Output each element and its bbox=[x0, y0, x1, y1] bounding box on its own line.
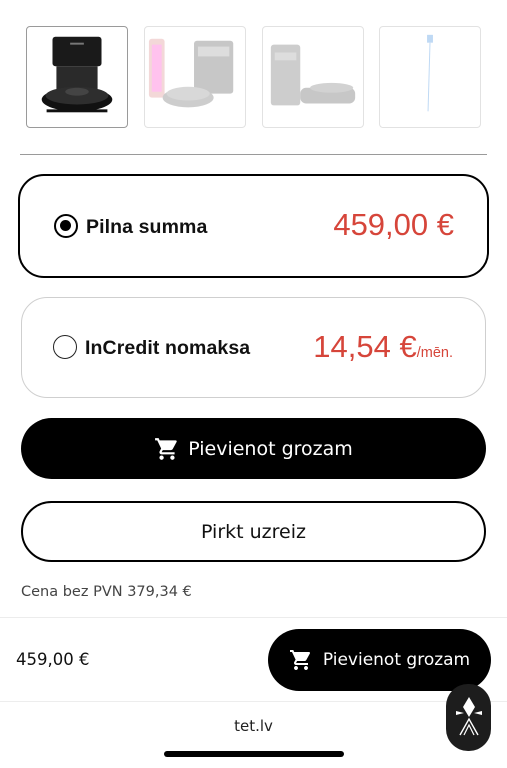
radio-unselected[interactable] bbox=[53, 335, 77, 359]
thumbnail-1[interactable] bbox=[26, 26, 128, 128]
assistant-logo-icon bbox=[455, 696, 482, 735]
payment-option-full-label: Pilna summa bbox=[86, 216, 208, 238]
assistant-fab-button[interactable] bbox=[446, 684, 491, 751]
payment-option-full[interactable]: Pilna summa 459,00 € bbox=[18, 174, 489, 278]
section-divider bbox=[20, 154, 487, 155]
payment-option-full-price: 459,00 € bbox=[333, 207, 454, 242]
sticky-price: 459,00 € bbox=[16, 650, 90, 669]
price-without-vat: Cena bez PVN 379,34 € bbox=[21, 584, 192, 600]
thumbnail-4[interactable] bbox=[379, 26, 481, 128]
browser-domain[interactable]: tet.lv bbox=[0, 717, 507, 735]
add-to-cart-button[interactable]: Pievienot grozam bbox=[21, 418, 486, 479]
payment-option-credit-price: 14,54 €/mēn. bbox=[313, 329, 453, 365]
sticky-add-to-cart-button[interactable]: Pievienot grozam bbox=[268, 629, 491, 691]
payment-option-credit-label: InCredit nomaksa bbox=[85, 337, 251, 359]
add-to-cart-label: Pievienot grozam bbox=[188, 437, 353, 460]
robot-vacuum-spec-image bbox=[427, 34, 433, 112]
shopping-cart-icon bbox=[289, 648, 313, 672]
credit-price-value: 14,54 € bbox=[313, 329, 417, 364]
buy-now-label: Pirkt uzreiz bbox=[201, 520, 306, 543]
robot-vacuum-dock-side-image bbox=[270, 44, 356, 106]
product-thumbnail-gallery bbox=[26, 26, 481, 128]
home-indicator bbox=[164, 751, 344, 757]
credit-price-unit: /mēn. bbox=[416, 345, 453, 361]
robot-vacuum-app-image bbox=[148, 38, 234, 108]
radio-selected[interactable] bbox=[54, 214, 78, 238]
robot-vacuum-dock-image bbox=[41, 36, 113, 113]
thumbnail-3[interactable] bbox=[262, 26, 364, 128]
shopping-cart-icon bbox=[154, 436, 180, 462]
payment-option-credit[interactable]: InCredit nomaksa 14,54 €/mēn. bbox=[21, 297, 486, 398]
sticky-bar-divider bbox=[0, 617, 507, 618]
sticky-add-to-cart-label: Pievienot grozam bbox=[322, 650, 471, 670]
thumbnail-2[interactable] bbox=[144, 26, 246, 128]
buy-now-button[interactable]: Pirkt uzreiz bbox=[21, 501, 486, 562]
